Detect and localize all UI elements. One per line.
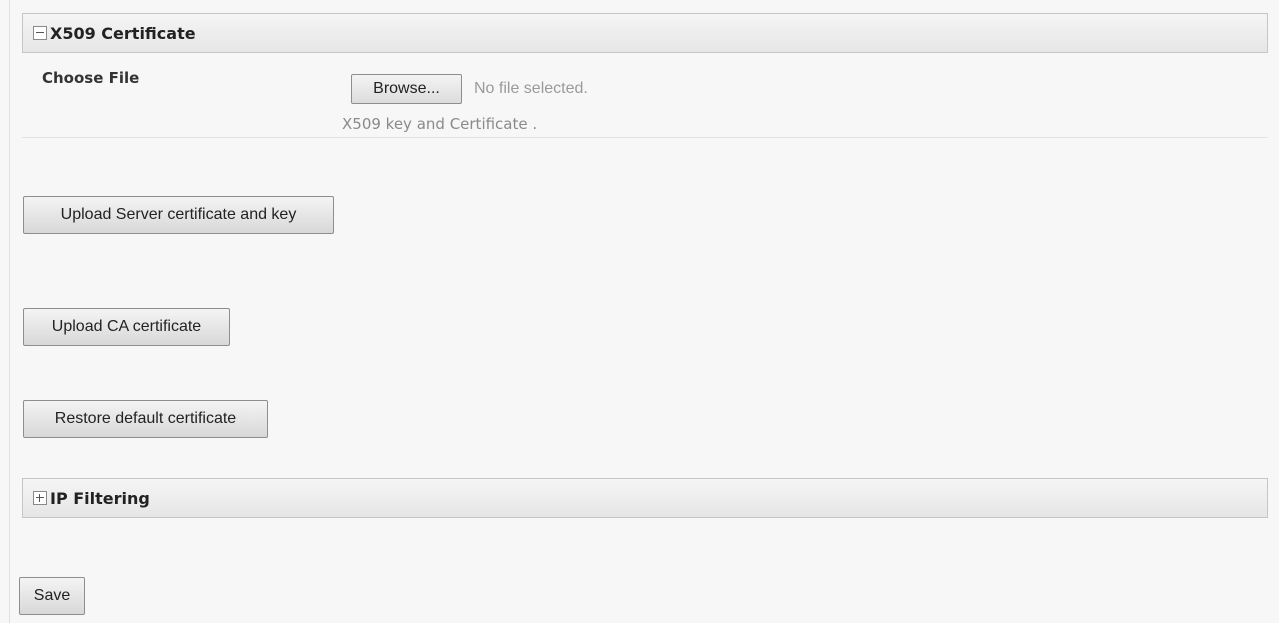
left-divider (9, 0, 10, 623)
upload-server-certificate-button[interactable]: Upload Server certificate and key (23, 196, 334, 234)
choose-file-row: Choose File Browse... No file selected. … (22, 58, 1268, 138)
collapse-icon[interactable] (33, 26, 47, 40)
restore-default-certificate-button[interactable]: Restore default certificate (23, 400, 268, 438)
x509-certificate-title: X509 Certificate (50, 23, 196, 43)
expand-icon[interactable] (33, 491, 47, 505)
ip-filtering-section-header[interactable]: IP Filtering (22, 478, 1268, 518)
choose-file-label: Choose File (42, 69, 140, 87)
ip-filtering-title: IP Filtering (50, 488, 150, 508)
browse-button[interactable]: Browse... (351, 74, 462, 104)
file-hint-text: X509 key and Certificate . (342, 115, 538, 133)
file-status-text: No file selected. (474, 80, 588, 97)
x509-certificate-section-header[interactable]: X509 Certificate (22, 13, 1268, 53)
upload-ca-certificate-button[interactable]: Upload CA certificate (23, 308, 230, 346)
page: X509 Certificate Choose File Browse... N… (0, 0, 1279, 623)
save-button[interactable]: Save (19, 577, 85, 615)
